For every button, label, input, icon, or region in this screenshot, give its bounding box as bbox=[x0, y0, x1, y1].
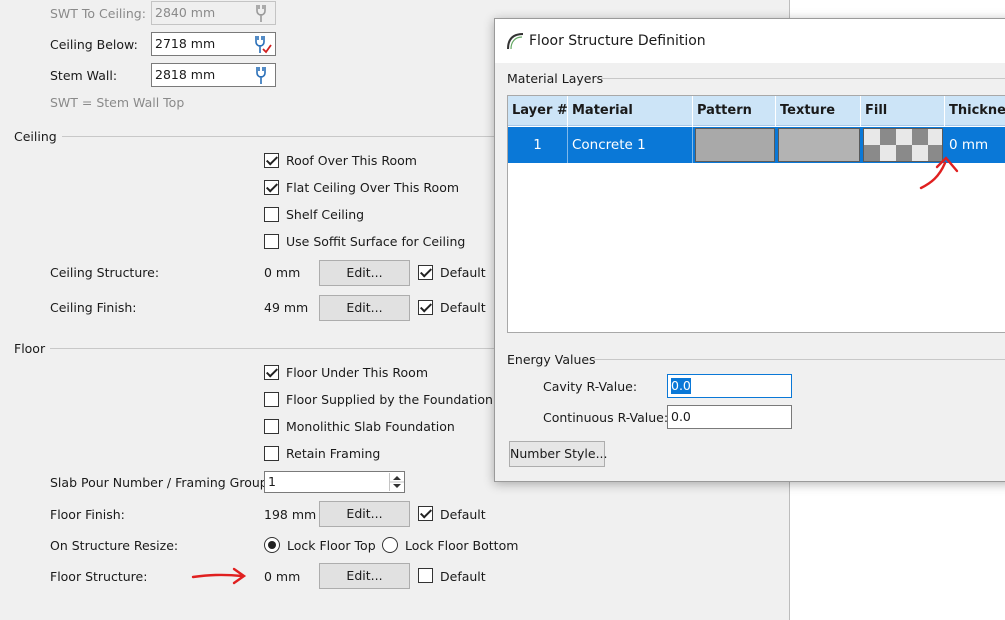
ceiling-structure-default-label: Default bbox=[440, 265, 486, 280]
ceiling-finish-label: Ceiling Finish: bbox=[50, 300, 137, 315]
spinner-arrows[interactable] bbox=[389, 473, 404, 491]
flat-ceiling-label: Flat Ceiling Over This Room bbox=[286, 180, 460, 195]
floor-finish-label: Floor Finish: bbox=[50, 507, 125, 522]
ceiling-structure-label: Ceiling Structure: bbox=[50, 265, 160, 280]
floor-finish-default-checkbox[interactable] bbox=[418, 506, 433, 521]
lock-floor-bottom-label: Lock Floor Bottom bbox=[405, 538, 519, 553]
flat-ceiling-checkbox[interactable] bbox=[264, 180, 279, 195]
floor-supplied-foundation-checkbox[interactable] bbox=[264, 392, 279, 407]
ceiling-structure-value: 0 mm bbox=[264, 265, 301, 280]
energy-values-separator bbox=[594, 359, 1005, 360]
monolithic-slab-label: Monolithic Slab Foundation bbox=[286, 419, 455, 434]
col-fill[interactable]: Fill bbox=[861, 96, 945, 126]
texture-swatch[interactable] bbox=[778, 128, 860, 162]
col-material[interactable]: Material bbox=[568, 96, 693, 126]
ceiling-section-title: Ceiling bbox=[14, 129, 57, 144]
ceiling-finish-value: 49 mm bbox=[264, 300, 309, 315]
on-structure-resize-label: On Structure Resize: bbox=[50, 538, 179, 553]
floor-under-room-checkbox[interactable] bbox=[264, 365, 279, 380]
swt-to-ceiling-label: SWT To Ceiling: bbox=[50, 6, 146, 21]
monolithic-slab-checkbox[interactable] bbox=[264, 419, 279, 434]
ceiling-structure-edit-button[interactable]: Edit... bbox=[319, 260, 410, 286]
ceiling-separator bbox=[62, 136, 502, 137]
floor-under-room-label: Floor Under This Room bbox=[286, 365, 428, 380]
stem-wall-value: 2818 mm bbox=[155, 67, 216, 82]
slab-pour-value: 1 bbox=[268, 474, 276, 489]
lock-floor-top-radio[interactable] bbox=[264, 537, 280, 553]
table-header: Layer # Material Pattern Texture Fill Th… bbox=[508, 96, 1005, 126]
col-texture[interactable]: Texture bbox=[776, 96, 861, 126]
ceiling-finish-default-label: Default bbox=[440, 300, 486, 315]
floor-structure-label: Floor Structure: bbox=[50, 569, 148, 584]
slab-pour-spinner[interactable]: 1 bbox=[264, 471, 405, 493]
retain-framing-checkbox[interactable] bbox=[264, 446, 279, 461]
swt-note: SWT = Stem Wall Top bbox=[50, 95, 185, 110]
stem-wall-label: Stem Wall: bbox=[50, 68, 118, 83]
cavity-r-value: 0.0 bbox=[671, 378, 691, 394]
wrench-check-icon[interactable] bbox=[250, 34, 272, 54]
floor-structure-default-checkbox[interactable] bbox=[418, 568, 433, 583]
floor-supplied-foundation-label: Floor Supplied by the Foundation Roo bbox=[286, 392, 521, 407]
floor-finish-edit-button[interactable]: Edit... bbox=[319, 501, 410, 527]
spinner-up-down-icon[interactable] bbox=[390, 473, 404, 491]
annotation-arrow-icon bbox=[191, 567, 247, 585]
swt-to-ceiling-field: 2840 mm bbox=[151, 1, 276, 25]
app-logo-icon bbox=[507, 33, 524, 50]
wrench-icon[interactable] bbox=[250, 65, 272, 85]
annotation-arrow-icon bbox=[919, 156, 959, 190]
col-pattern[interactable]: Pattern bbox=[693, 96, 776, 126]
floor-structure-value: 0 mm bbox=[264, 569, 301, 584]
floor-section-title: Floor bbox=[14, 341, 46, 356]
lock-floor-top-label: Lock Floor Top bbox=[287, 538, 376, 553]
roof-over-room-label: Roof Over This Room bbox=[286, 153, 417, 168]
shelf-ceiling-checkbox[interactable] bbox=[264, 207, 279, 222]
energy-values-label: Energy Values bbox=[507, 352, 596, 367]
continuous-r-input[interactable]: 0.0 bbox=[667, 405, 792, 429]
col-thickness[interactable]: Thickness bbox=[945, 96, 1005, 126]
shelf-ceiling-label: Shelf Ceiling bbox=[286, 207, 365, 222]
floor-finish-value: 198 mm bbox=[264, 507, 317, 522]
floor-structure-default-label: Default bbox=[440, 569, 486, 584]
number-style-button[interactable]: Number Style... bbox=[509, 441, 608, 467]
stem-wall-field[interactable]: 2818 mm bbox=[151, 63, 276, 87]
col-layer[interactable]: Layer # bbox=[508, 96, 568, 126]
material-layers-separator bbox=[601, 78, 1005, 79]
ceiling-finish-edit-button[interactable]: Edit... bbox=[319, 295, 410, 321]
soffit-surface-checkbox[interactable] bbox=[264, 234, 279, 249]
cavity-r-input[interactable]: 0.0 bbox=[667, 374, 792, 398]
cell-material: Concrete 1 bbox=[568, 127, 693, 163]
material-layers-label: Material Layers bbox=[507, 71, 604, 86]
lock-floor-bottom-radio[interactable] bbox=[382, 537, 398, 553]
retain-framing-label: Retain Framing bbox=[286, 446, 381, 461]
cavity-r-label: Cavity R-Value: bbox=[543, 379, 638, 394]
floor-structure-edit-button[interactable]: Edit... bbox=[319, 563, 410, 589]
floor-structure-dialog: Floor Structure Definition Material Laye… bbox=[494, 18, 1005, 482]
ceiling-below-label: Ceiling Below: bbox=[50, 37, 138, 52]
dialog-title: Floor Structure Definition bbox=[529, 33, 706, 49]
slab-pour-label: Slab Pour Number / Framing Group: bbox=[50, 475, 272, 490]
roof-over-room-checkbox[interactable] bbox=[264, 153, 279, 168]
soffit-surface-label: Use Soffit Surface for Ceiling bbox=[286, 234, 466, 249]
ceiling-finish-default-checkbox[interactable] bbox=[418, 300, 433, 315]
floor-separator bbox=[50, 348, 502, 349]
continuous-r-value: 0.0 bbox=[671, 409, 691, 424]
cell-layer: 1 bbox=[508, 127, 568, 163]
ceiling-below-field[interactable]: 2718 mm bbox=[151, 32, 276, 56]
pattern-swatch[interactable] bbox=[695, 128, 775, 162]
wrench-icon bbox=[256, 5, 266, 22]
swt-to-ceiling-value: 2840 mm bbox=[155, 5, 216, 20]
ceiling-below-value: 2718 mm bbox=[155, 36, 216, 51]
material-layers-table[interactable]: Layer # Material Pattern Texture Fill Th… bbox=[507, 95, 1005, 333]
ceiling-structure-default-checkbox[interactable] bbox=[418, 265, 433, 280]
dialog-titlebar[interactable]: Floor Structure Definition bbox=[495, 19, 1005, 63]
floor-finish-default-label: Default bbox=[440, 507, 486, 522]
continuous-r-label: Continuous R-Value: bbox=[543, 410, 669, 425]
